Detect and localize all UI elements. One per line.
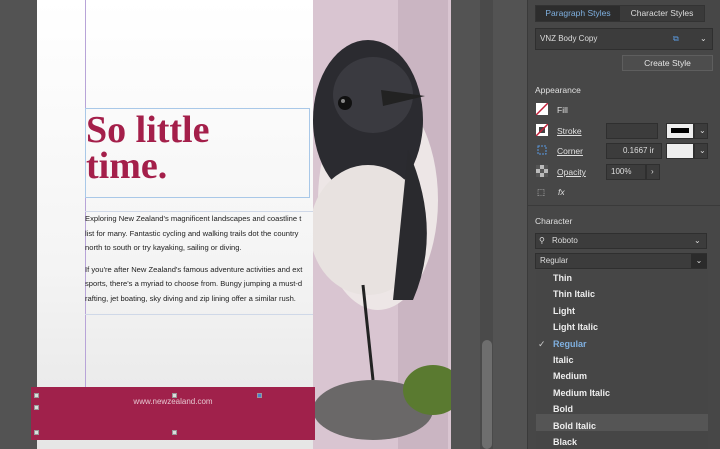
opacity-icon[interactable] <box>536 165 548 177</box>
tab-paragraph-styles[interactable]: Paragraph Styles <box>536 6 620 21</box>
font-style-option[interactable]: Italic <box>553 355 574 365</box>
font-style-option[interactable]: Bold <box>553 404 573 414</box>
bird-photo[interactable] <box>313 0 451 449</box>
body-line: Exploring New Zealand's magnificent land… <box>85 214 302 223</box>
bird-illustration <box>313 0 451 449</box>
body-line: north to south or try kayaking, sailing … <box>85 243 242 253</box>
properties-panel: Paragraph Styles Character Styles VNZ Bo… <box>527 0 720 449</box>
frame-options-icon[interactable]: ⬚ <box>537 187 545 198</box>
headline-line: time. <box>86 145 168 187</box>
font-style-option[interactable]: Medium Italic <box>553 388 610 398</box>
stroke-color-dropdown[interactable]: ⌄ <box>694 123 708 139</box>
fill-label: Fill <box>557 105 568 115</box>
body-line: list for many. Fantastic cycling and wal… <box>85 228 299 238</box>
opacity-arrow-button[interactable]: › <box>646 164 660 180</box>
selection-handle[interactable] <box>172 393 177 398</box>
corner-radius-field[interactable]: 0.1667 ir <box>606 143 662 159</box>
selection-handle[interactable] <box>257 393 262 398</box>
font-style-select[interactable]: Regular ⌄ <box>535 253 707 269</box>
corner-shape-dropdown[interactable]: ⌄ <box>694 143 708 159</box>
corner-value: 0.1667 ir <box>623 146 655 155</box>
create-style-button[interactable]: Create Style <box>622 55 713 71</box>
tab-character-styles[interactable]: Character Styles <box>620 6 704 21</box>
body-line: sports, there's a myriad to choose from.… <box>85 279 303 289</box>
selection-handle[interactable] <box>34 405 39 410</box>
chevron-down-icon[interactable]: ⌄ <box>691 254 707 268</box>
stroke-label[interactable]: Stroke <box>557 126 582 136</box>
fill-icon[interactable] <box>536 103 548 115</box>
stroke-weight-field[interactable] <box>606 123 658 139</box>
style-select-value: VNZ Body Copy <box>540 34 598 43</box>
chevron-down-icon[interactable]: ⌄ <box>700 29 707 49</box>
style-tabs: Paragraph Styles Character Styles <box>535 5 705 22</box>
font-style-option[interactable]: Light Italic <box>553 322 598 332</box>
font-family-value: Roboto <box>552 236 578 245</box>
fx-button[interactable]: fx <box>558 187 565 197</box>
corner-icon[interactable] <box>536 144 548 156</box>
font-style-value: Regular <box>540 256 569 265</box>
checkmark-icon: ✓ <box>538 338 546 349</box>
stroke-color-swatch[interactable] <box>666 123 694 139</box>
font-style-option[interactable]: Thin Italic <box>553 289 595 299</box>
paragraph-style-select[interactable]: VNZ Body Copy ⧉ ⌄ <box>535 28 713 50</box>
appearance-heading: Appearance <box>535 85 581 95</box>
scrollbar-thumb[interactable] <box>482 340 492 449</box>
footer-url: www.newzealand.com <box>133 397 213 406</box>
selection-handle[interactable] <box>34 430 39 435</box>
stroke-icon[interactable] <box>536 124 548 136</box>
chevron-down-icon[interactable]: ⌄ <box>694 234 701 248</box>
footer-banner[interactable]: www.newzealand.com <box>31 387 315 440</box>
corner-shape-swatch[interactable] <box>666 143 694 159</box>
font-style-option[interactable]: Black <box>553 437 577 447</box>
font-style-option[interactable]: Medium <box>553 371 587 381</box>
character-heading: Character <box>535 216 573 226</box>
selection-handle[interactable] <box>34 393 39 398</box>
font-style-option[interactable]: Thin <box>553 273 572 283</box>
headline: So little time. <box>86 109 210 187</box>
body-text-frame[interactable]: Exploring New Zealand's magnificent land… <box>85 211 313 315</box>
body-line: If you're after New Zealand's famous adv… <box>85 264 303 274</box>
opacity-value: 100% <box>611 167 632 176</box>
headline-line: So little <box>86 109 210 151</box>
opacity-field[interactable]: 100% <box>606 164 646 180</box>
font-style-option[interactable]: Bold Italic <box>553 421 596 431</box>
font-style-option[interactable]: Light <box>553 306 575 316</box>
font-family-field[interactable]: ⚲ Roboto ⌄ <box>535 233 707 249</box>
search-icon: ⚲ <box>539 236 545 245</box>
corner-label[interactable]: Corner <box>557 146 583 156</box>
opacity-label[interactable]: Opacity <box>557 167 586 177</box>
selection-handle[interactable] <box>172 430 177 435</box>
font-style-option[interactable]: Regular <box>553 339 587 349</box>
body-line: rafting, jet boating, sky diving and zip… <box>85 293 296 303</box>
sync-style-icon[interactable]: ⧉ <box>673 29 679 49</box>
document-canvas[interactable]: So little time. Exploring New Zealand's … <box>0 0 527 449</box>
